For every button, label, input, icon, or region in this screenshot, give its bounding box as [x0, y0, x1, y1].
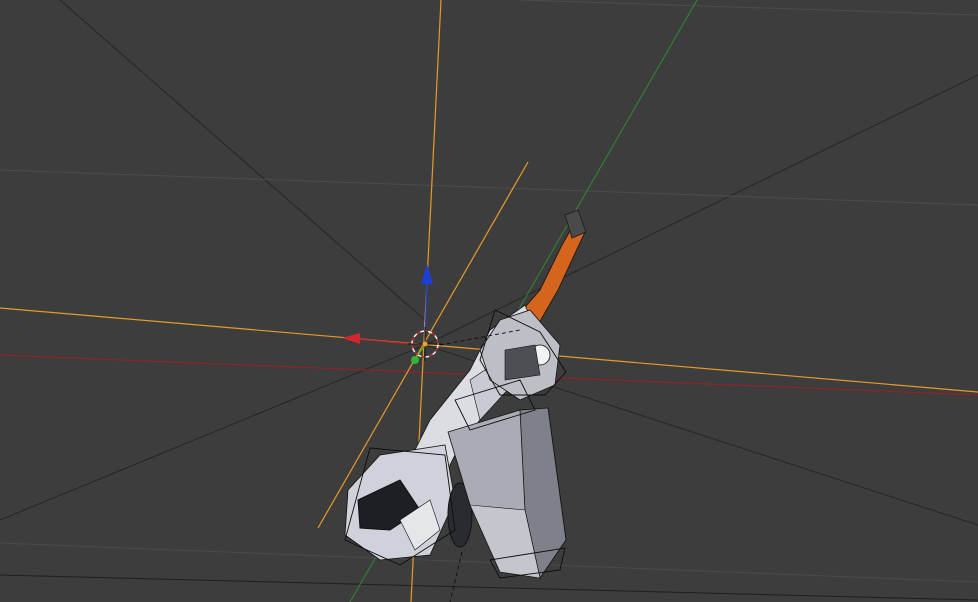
3d-cursor-icon[interactable]: [408, 327, 442, 361]
3d-viewport[interactable]: [0, 0, 978, 602]
move-z-arrow[interactable]: [421, 264, 433, 284]
move-x-arrow[interactable]: [342, 333, 360, 344]
transform-gizmo[interactable]: [342, 264, 433, 364]
move-y-handle[interactable]: [411, 356, 419, 364]
character-model-mesh[interactable]: [344, 209, 587, 602]
viewport-canvas[interactable]: [0, 0, 978, 602]
